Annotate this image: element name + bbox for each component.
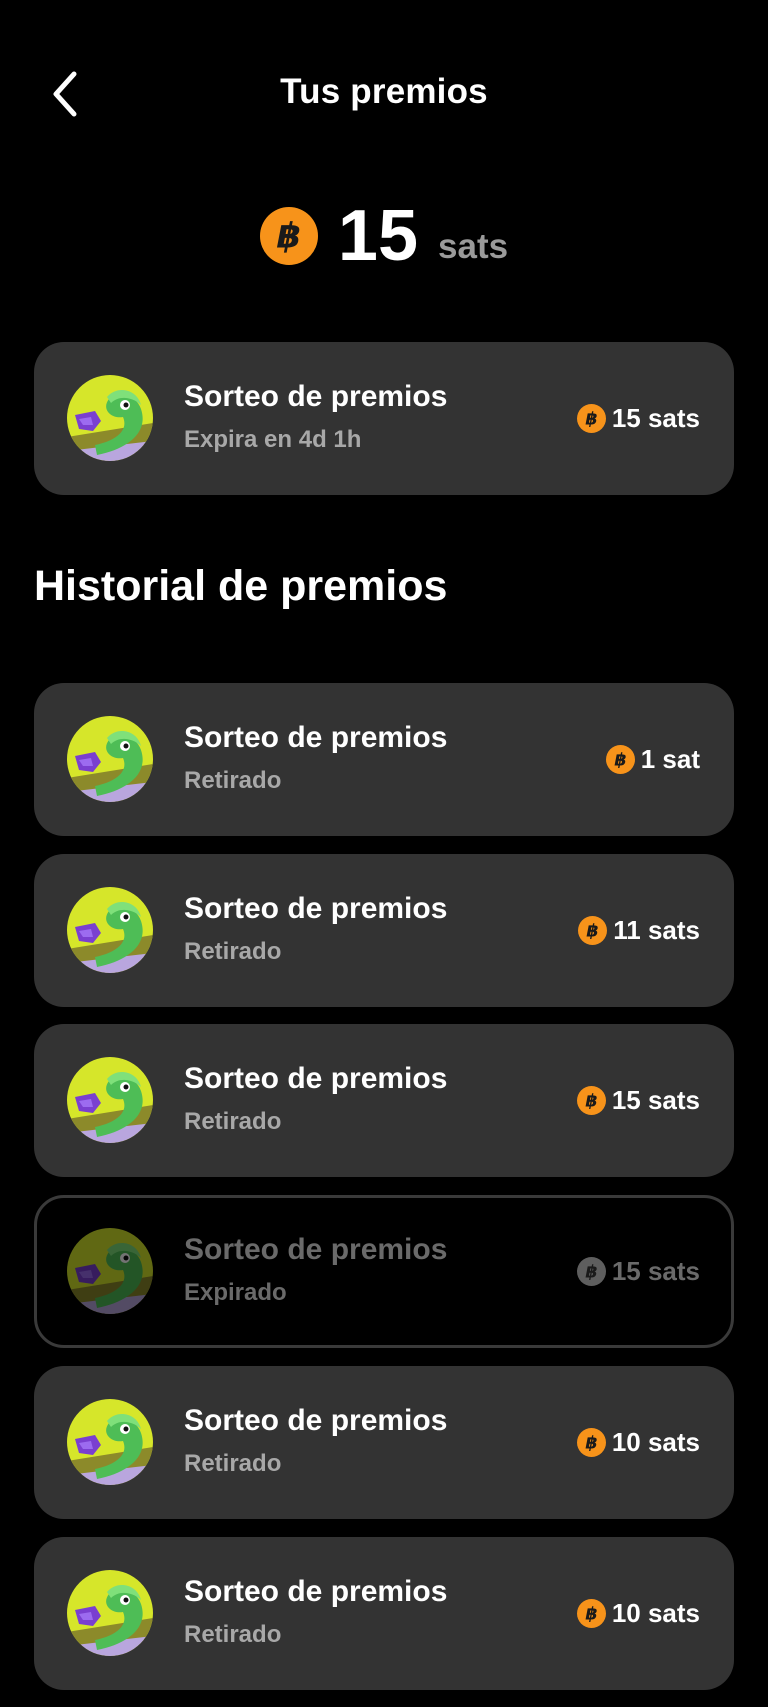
prize-amount: 15 sats [577, 400, 700, 436]
history-item-amount-label: 15 sats [611, 1255, 700, 1286]
history-item[interactable]: Sorteo de premios Retirado 11 sats [34, 854, 734, 1007]
history-item-status: Retirado [184, 767, 282, 794]
history-item-title: Sorteo de premios [184, 1575, 448, 1608]
history-item[interactable]: Sorteo de premios Retirado 10 sats [34, 1366, 734, 1519]
prize-avatar [67, 1228, 153, 1314]
history-item-status: Retirado [184, 1450, 282, 1477]
bitcoin-coin-icon [260, 207, 318, 265]
prize-avatar [67, 1570, 153, 1656]
current-prize-card[interactable]: Sorteo de premios Expira en 4d 1h 15 sat… [34, 342, 734, 495]
history-item-amount-label: 11 sats [613, 914, 700, 945]
prize-expiry: Expira en 4d 1h [184, 426, 362, 453]
history-item-amount: 10 sats [577, 1595, 700, 1631]
bitcoin-coin-icon [577, 1086, 606, 1115]
prize-avatar [67, 1057, 153, 1143]
history-item-amount: 15 sats [577, 1082, 700, 1118]
header: Tus premios [0, 0, 768, 190]
history-item-amount: 11 sats [578, 912, 700, 948]
history-item-expired[interactable]: Sorteo de premios Expirado 15 sats [34, 1195, 734, 1348]
prize-title: Sorteo de premios [184, 380, 448, 413]
history-item[interactable]: Sorteo de premios Retirado 1 sat [34, 683, 734, 836]
prize-amount-label: 15 sats [611, 402, 700, 433]
bitcoin-coin-icon [577, 1257, 606, 1286]
prize-avatar [67, 887, 153, 973]
history-item-amount: 1 sat [606, 741, 700, 777]
history-item-amount-label: 1 sat [640, 743, 700, 774]
history-item-title: Sorteo de premios [184, 892, 448, 925]
history-item-amount-label: 10 sats [611, 1597, 700, 1628]
bitcoin-coin-icon [577, 1428, 606, 1457]
prize-avatar [67, 375, 153, 461]
page-title: Tus premios [280, 72, 488, 111]
prize-avatar [67, 1399, 153, 1485]
bitcoin-coin-icon [577, 404, 606, 433]
bitcoin-coin-icon [578, 916, 607, 945]
bitcoin-coin-icon [577, 1599, 606, 1628]
history-item-amount: 15 sats [577, 1253, 700, 1289]
history-item-title: Sorteo de premios [184, 1062, 448, 1095]
prize-avatar [67, 716, 153, 802]
history-item-title: Sorteo de premios [184, 1233, 448, 1266]
balance-unit: sats [438, 227, 509, 266]
history-title: Historial de premios [34, 562, 448, 610]
history-item-amount-label: 15 sats [611, 1084, 700, 1115]
history-item-status: Retirado [184, 938, 282, 965]
history-item-amount-label: 10 sats [611, 1426, 700, 1457]
history-item-status: Expirado [184, 1279, 287, 1306]
history-item-amount: 10 sats [577, 1424, 700, 1460]
balance-amount: 15 [337, 196, 419, 276]
history-item-status: Retirado [184, 1108, 282, 1135]
history-item[interactable]: Sorteo de premios Retirado 10 sats [34, 1537, 734, 1690]
balance-display: 15 sats [0, 196, 768, 276]
bitcoin-coin-icon [606, 745, 635, 774]
history-item-title: Sorteo de premios [184, 721, 448, 754]
history-item[interactable]: Sorteo de premios Retirado 15 sats [34, 1024, 734, 1177]
history-item-status: Retirado [184, 1621, 282, 1648]
history-item-title: Sorteo de premios [184, 1404, 448, 1437]
